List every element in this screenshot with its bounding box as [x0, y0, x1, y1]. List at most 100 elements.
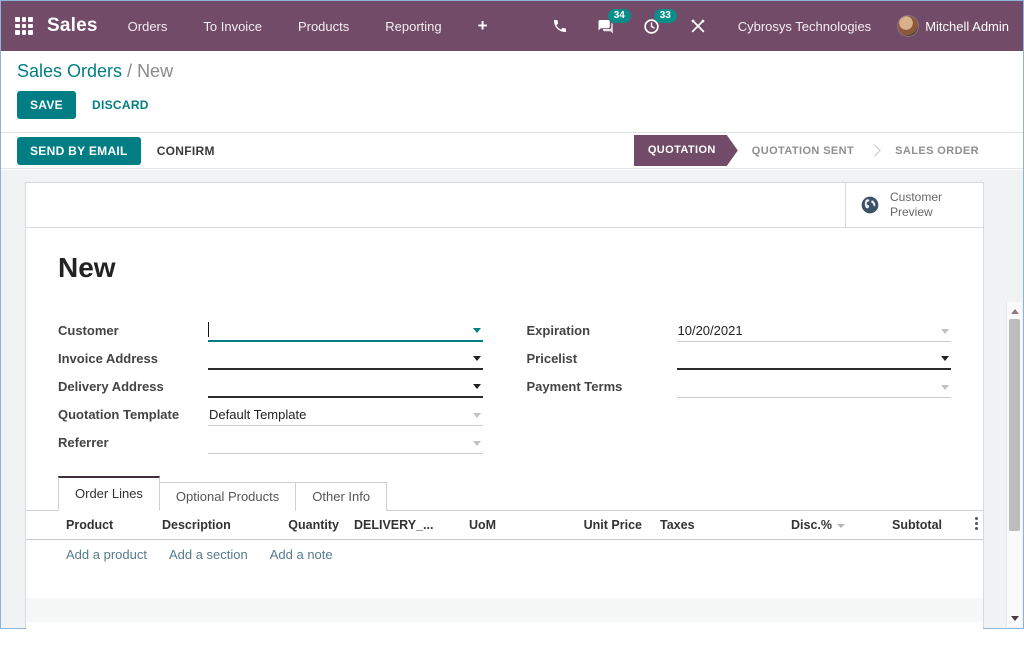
column-discount[interactable]: Disc.% — [791, 518, 832, 532]
empty-row — [26, 622, 983, 652]
tab-other-info[interactable]: Other Info — [295, 482, 387, 511]
form-left-column: Customer Invoice Address Delivery A — [58, 314, 483, 454]
tab-bar: Order Lines Optional Products Other Info — [26, 480, 983, 511]
form-right-column: Expiration 10/20/2021 Pricelist Payment … — [527, 314, 952, 454]
customer-input[interactable] — [208, 320, 483, 342]
chevron-down-icon[interactable] — [941, 356, 949, 361]
chevron-down-icon[interactable] — [473, 413, 481, 418]
button-box: Customer Preview — [26, 183, 983, 228]
referrer-input[interactable] — [208, 432, 483, 454]
form-sheet: Customer Preview New Customer Invoice Ad… — [25, 182, 984, 628]
user-name: Mitchell Admin — [925, 19, 1009, 34]
save-button[interactable]: SAVE — [17, 91, 76, 119]
chevron-down-icon[interactable] — [473, 328, 481, 333]
scrollbar-thumb[interactable] — [1009, 319, 1020, 531]
breadcrumb: Sales Orders / New — [17, 61, 1007, 82]
form-fields: Customer Invoice Address Delivery A — [26, 314, 983, 454]
apps-grid-icon[interactable] — [15, 17, 33, 35]
notebook: Order Lines Optional Products Other Info… — [26, 480, 983, 652]
confirm-button[interactable]: CONFIRM — [157, 144, 215, 158]
menu-orders[interactable]: Orders — [128, 19, 168, 34]
menu-to-invoice[interactable]: To Invoice — [203, 19, 262, 34]
company-name[interactable]: Cybrosys Technologies — [738, 19, 871, 34]
developer-tools-icon[interactable] — [688, 16, 708, 36]
delivery-address-label: Delivery Address — [58, 379, 208, 398]
activities-count-badge: 33 — [654, 9, 677, 23]
column-unit-price[interactable]: Unit Price — [584, 518, 642, 532]
order-lines-header: Product Description Quantity DELIVERY_..… — [26, 511, 983, 540]
column-taxes[interactable]: Taxes — [660, 518, 695, 532]
stage-quotation[interactable]: QUOTATION — [634, 135, 738, 166]
column-uom[interactable]: UoM — [469, 518, 496, 532]
pricelist-label: Pricelist — [527, 351, 677, 370]
user-avatar — [897, 15, 919, 37]
customer-label: Customer — [58, 323, 208, 342]
tab-optional-products[interactable]: Optional Products — [159, 482, 296, 511]
stage-quotation-sent[interactable]: QUOTATION SENT — [738, 145, 868, 157]
plus-menu-icon[interactable]: + — [478, 16, 488, 36]
payment-terms-label: Payment Terms — [527, 379, 677, 398]
top-navbar: Sales Orders To Invoice Products Reporti… — [1, 1, 1023, 51]
chevron-down-icon[interactable] — [941, 385, 949, 390]
payment-terms-input[interactable] — [677, 376, 952, 398]
chevron-down-icon[interactable] — [473, 384, 481, 389]
send-by-email-button[interactable]: SEND BY EMAIL — [17, 137, 141, 165]
customer-preview-label: Customer Preview — [890, 190, 952, 220]
quotation-template-input[interactable]: Default Template — [208, 404, 483, 426]
stage-chevron-icon — [868, 144, 881, 157]
expiration-value: 10/20/2021 — [678, 323, 743, 338]
breadcrumb-current: New — [137, 61, 173, 81]
column-quantity[interactable]: Quantity — [288, 518, 339, 532]
quotation-template-label: Quotation Template — [58, 407, 208, 426]
content-area: Customer Preview New Customer Invoice Ad… — [1, 170, 1023, 628]
pricelist-input[interactable] — [677, 348, 952, 370]
nav-right: 34 33 Cybrosys Technologies Mitchell Adm… — [550, 15, 1009, 37]
delivery-address-input[interactable] — [208, 376, 483, 398]
empty-row — [26, 598, 983, 622]
empty-row — [26, 568, 983, 598]
menu-products[interactable]: Products — [298, 19, 349, 34]
stage-sales-order[interactable]: SALES ORDER — [881, 145, 993, 157]
breadcrumb-sales-orders[interactable]: Sales Orders — [17, 61, 122, 81]
column-delivery[interactable]: DELIVERY_... — [354, 518, 433, 532]
chevron-down-icon[interactable] — [473, 441, 481, 446]
main-menu: Orders To Invoice Products Reporting — [128, 19, 442, 34]
scroll-up-icon[interactable] — [1007, 304, 1022, 318]
column-product[interactable]: Product — [66, 518, 113, 532]
messages-count-badge: 34 — [608, 9, 631, 23]
text-cursor — [208, 322, 209, 337]
referrer-label: Referrer — [58, 435, 208, 454]
invoice-address-input[interactable] — [208, 348, 483, 370]
activities-clock-icon[interactable]: 33 — [642, 16, 662, 36]
column-subtotal[interactable]: Subtotal — [892, 518, 942, 532]
menu-reporting[interactable]: Reporting — [385, 19, 441, 34]
expiration-input[interactable]: 10/20/2021 — [677, 320, 952, 342]
column-description[interactable]: Description — [162, 518, 231, 532]
control-panel-buttons: SAVE DISCARD — [17, 91, 1007, 119]
messages-icon[interactable]: 34 — [596, 16, 616, 36]
add-a-product-link[interactable]: Add a product — [66, 547, 147, 562]
chevron-down-icon[interactable] — [941, 329, 949, 334]
user-menu[interactable]: Mitchell Admin — [897, 15, 1009, 37]
breadcrumb-separator: / — [122, 61, 137, 81]
optional-columns-icon[interactable] — [975, 517, 978, 532]
tab-order-lines[interactable]: Order Lines — [58, 476, 160, 511]
discard-button[interactable]: DISCARD — [92, 98, 149, 112]
record-title: New — [58, 252, 983, 284]
control-panel: Sales Orders / New SAVE DISCARD — [1, 51, 1023, 133]
stage-pipeline: QUOTATION QUOTATION SENT SALES ORDER — [634, 133, 993, 168]
form-statusbar: SEND BY EMAIL CONFIRM QUOTATION QUOTATIO… — [1, 133, 1023, 169]
globe-icon — [860, 195, 880, 215]
scroll-down-icon[interactable] — [1007, 611, 1022, 625]
discount-caret-icon — [837, 524, 845, 528]
add-a-note-link[interactable]: Add a note — [270, 547, 333, 562]
invoice-address-label: Invoice Address — [58, 351, 208, 370]
chevron-down-icon[interactable] — [473, 356, 481, 361]
add-a-section-link[interactable]: Add a section — [169, 547, 248, 562]
expiration-label: Expiration — [527, 323, 677, 342]
vertical-scrollbar[interactable] — [1006, 302, 1022, 627]
customer-preview-button[interactable]: Customer Preview — [845, 183, 983, 227]
app-name[interactable]: Sales — [47, 15, 98, 37]
quotation-template-value: Default Template — [209, 407, 306, 422]
phone-icon[interactable] — [550, 16, 570, 36]
